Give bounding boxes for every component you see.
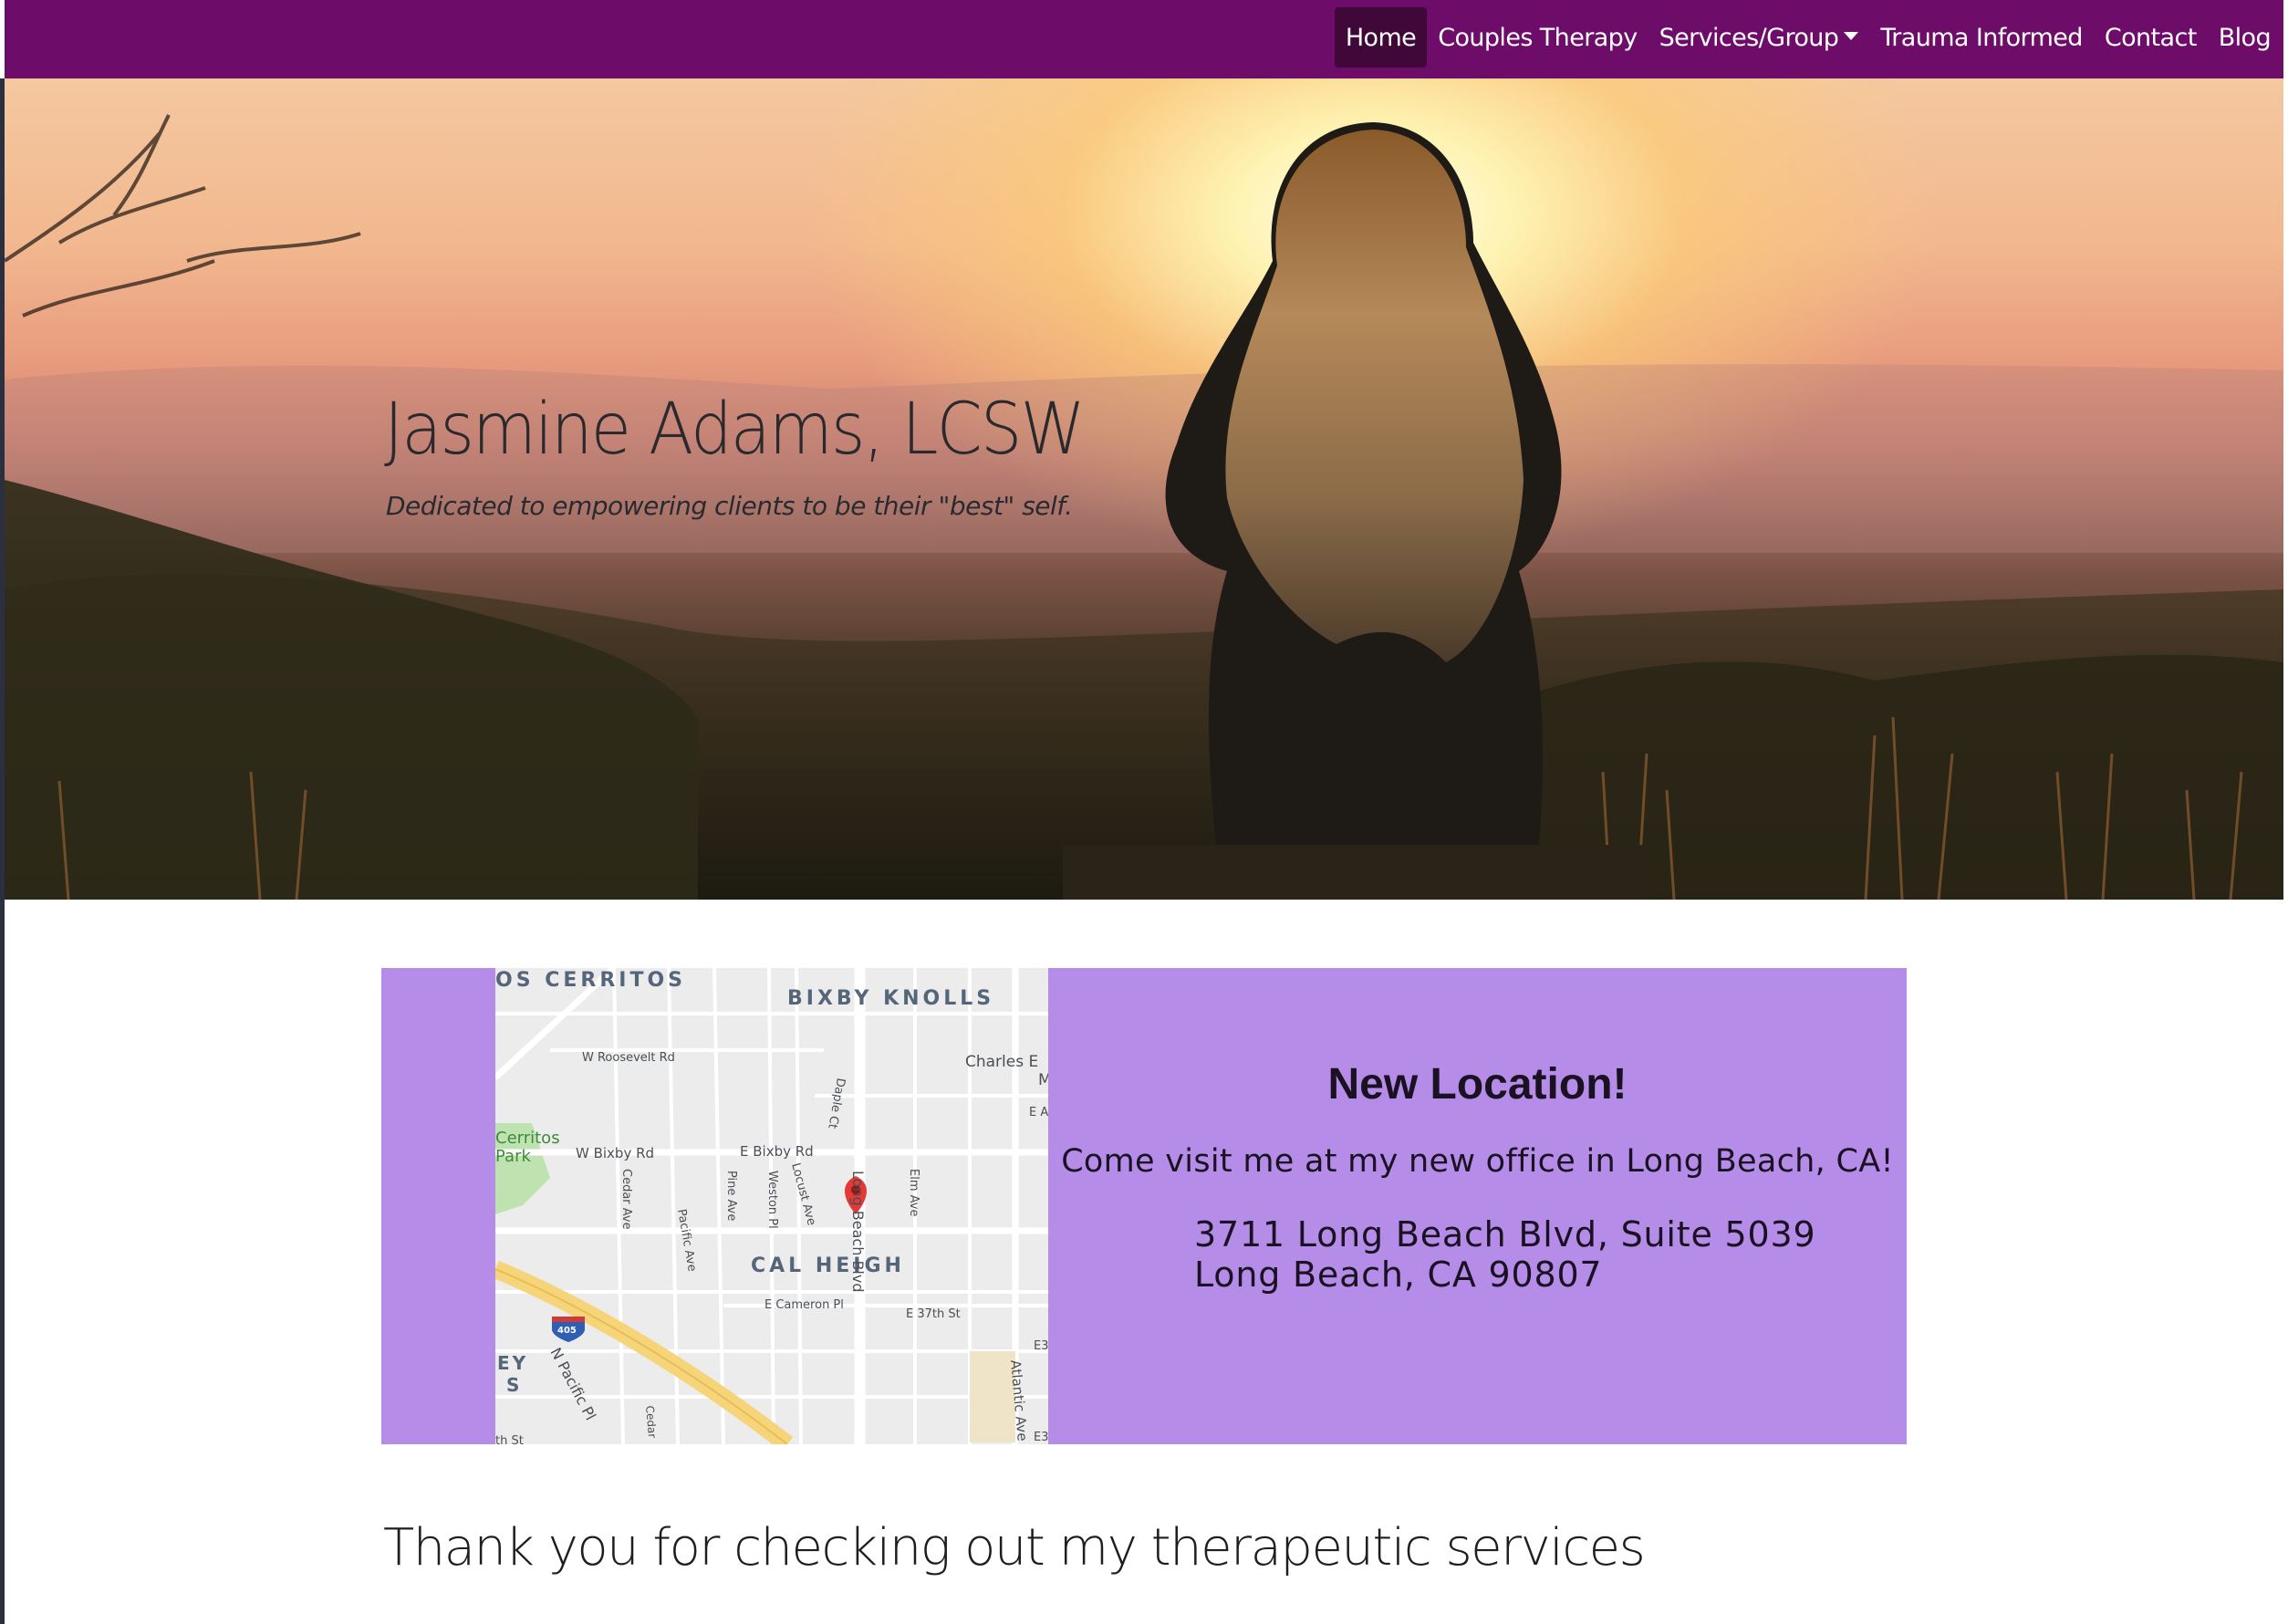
map-label-cameron: E Cameron Pl: [764, 1298, 844, 1312]
map-label-long-beach-blvd: Long Beach Blvd: [849, 1171, 867, 1293]
location-info: New Location! Come visit me at my new of…: [1048, 968, 1907, 1444]
map-tiles: OS CERRITOS BIXBY KNOLLS CAL HEIGH EY S …: [495, 968, 1048, 1444]
map-label-charles: Charles E: [965, 1053, 1038, 1071]
nav-contact-label: Contact: [2104, 23, 2197, 52]
map-label-cal-heights: CAL HEIGH: [751, 1254, 905, 1277]
hero-title: Jasmine Adams, LCSW: [384, 389, 1086, 471]
nav-contact[interactable]: Contact: [2094, 7, 2208, 68]
location-address: 3711 Long Beach Blvd, Suite 5039 Long Be…: [1194, 1214, 1815, 1295]
map-label-charles2: M: [1038, 1071, 1048, 1089]
map-label-ey: EY: [497, 1352, 528, 1374]
nav-home-label: Home: [1345, 23, 1417, 52]
nav-blog-label: Blog: [2218, 23, 2272, 52]
caret-down-icon: [1844, 31, 1859, 40]
nav-couples-therapy[interactable]: Couples Therapy: [1427, 7, 1648, 68]
nav-services-group-dropdown[interactable]: Services/Group: [1648, 7, 1870, 68]
location-heading: New Location!: [1327, 1060, 1628, 1109]
nav-home[interactable]: Home: [1334, 7, 1428, 68]
map-label-ea: E A: [1029, 1106, 1048, 1119]
map-label-w-bixby: W Bixby Rd: [576, 1145, 654, 1161]
nav-services-group-label: Services/Group: [1659, 23, 1839, 52]
map-label-los-cerritos: OS CERRITOS: [495, 969, 686, 992]
top-navbar: Home Couples Therapy Services/Group Trau…: [5, 0, 2283, 78]
address-line-1: 3711 Long Beach Blvd, Suite 5039: [1194, 1214, 1816, 1254]
map-label-e3b: E3: [1034, 1431, 1048, 1444]
nav-blog[interactable]: Blog: [2208, 7, 2282, 68]
map-label-cerritos-park-1: Cerritos: [495, 1129, 560, 1148]
location-description: Come visit me at my new office in Long B…: [1061, 1143, 1894, 1180]
nav-trauma-informed-label: Trauma Informed: [1880, 23, 2083, 52]
map-label-roosevelt: W Roosevelt Rd: [582, 1051, 675, 1065]
map-label-e3a: E3: [1034, 1339, 1048, 1353]
location-map[interactable]: OS CERRITOS BIXBY KNOLLS CAL HEIGH EY S …: [495, 968, 1048, 1444]
map-label-e-bixby: E Bixby Rd: [740, 1143, 814, 1160]
map-label-elm: Elm Ave: [907, 1169, 920, 1216]
map-label-th-st: th St: [495, 1434, 524, 1444]
address-line-2: Long Beach, CA 90807: [1194, 1254, 1603, 1295]
new-location-section: OS CERRITOS BIXBY KNOLLS CAL HEIGH EY S …: [381, 968, 1907, 1444]
map-label-pine: Pine Ave: [724, 1171, 738, 1221]
map-label-e37: E 37th St: [906, 1307, 961, 1321]
hero-banner: Jasmine Adams, LCSW Dedicated to empower…: [5, 78, 2283, 900]
map-label-cedar: Cedar Ave: [619, 1169, 633, 1230]
nav-trauma-informed[interactable]: Trauma Informed: [1869, 7, 2094, 68]
nav-list: Home Couples Therapy Services/Group Trau…: [1334, 7, 2282, 68]
map-label-s: S: [506, 1374, 519, 1396]
map-label-cerritos-park-2: Park: [495, 1147, 531, 1166]
hero-subtitle: Dedicated to empowering clients to be th…: [386, 491, 1073, 521]
map-label-405: 405: [557, 1326, 577, 1336]
thanks-heading: Thank you for checking out my therapeuti…: [383, 1518, 1646, 1577]
map-label-weston: Weston Pl: [765, 1171, 779, 1229]
hero-background-image: [5, 114, 2283, 900]
map-label-bixby-knolls: BIXBY KNOLLS: [787, 987, 994, 1010]
nav-couples-therapy-label: Couples Therapy: [1438, 23, 1638, 52]
